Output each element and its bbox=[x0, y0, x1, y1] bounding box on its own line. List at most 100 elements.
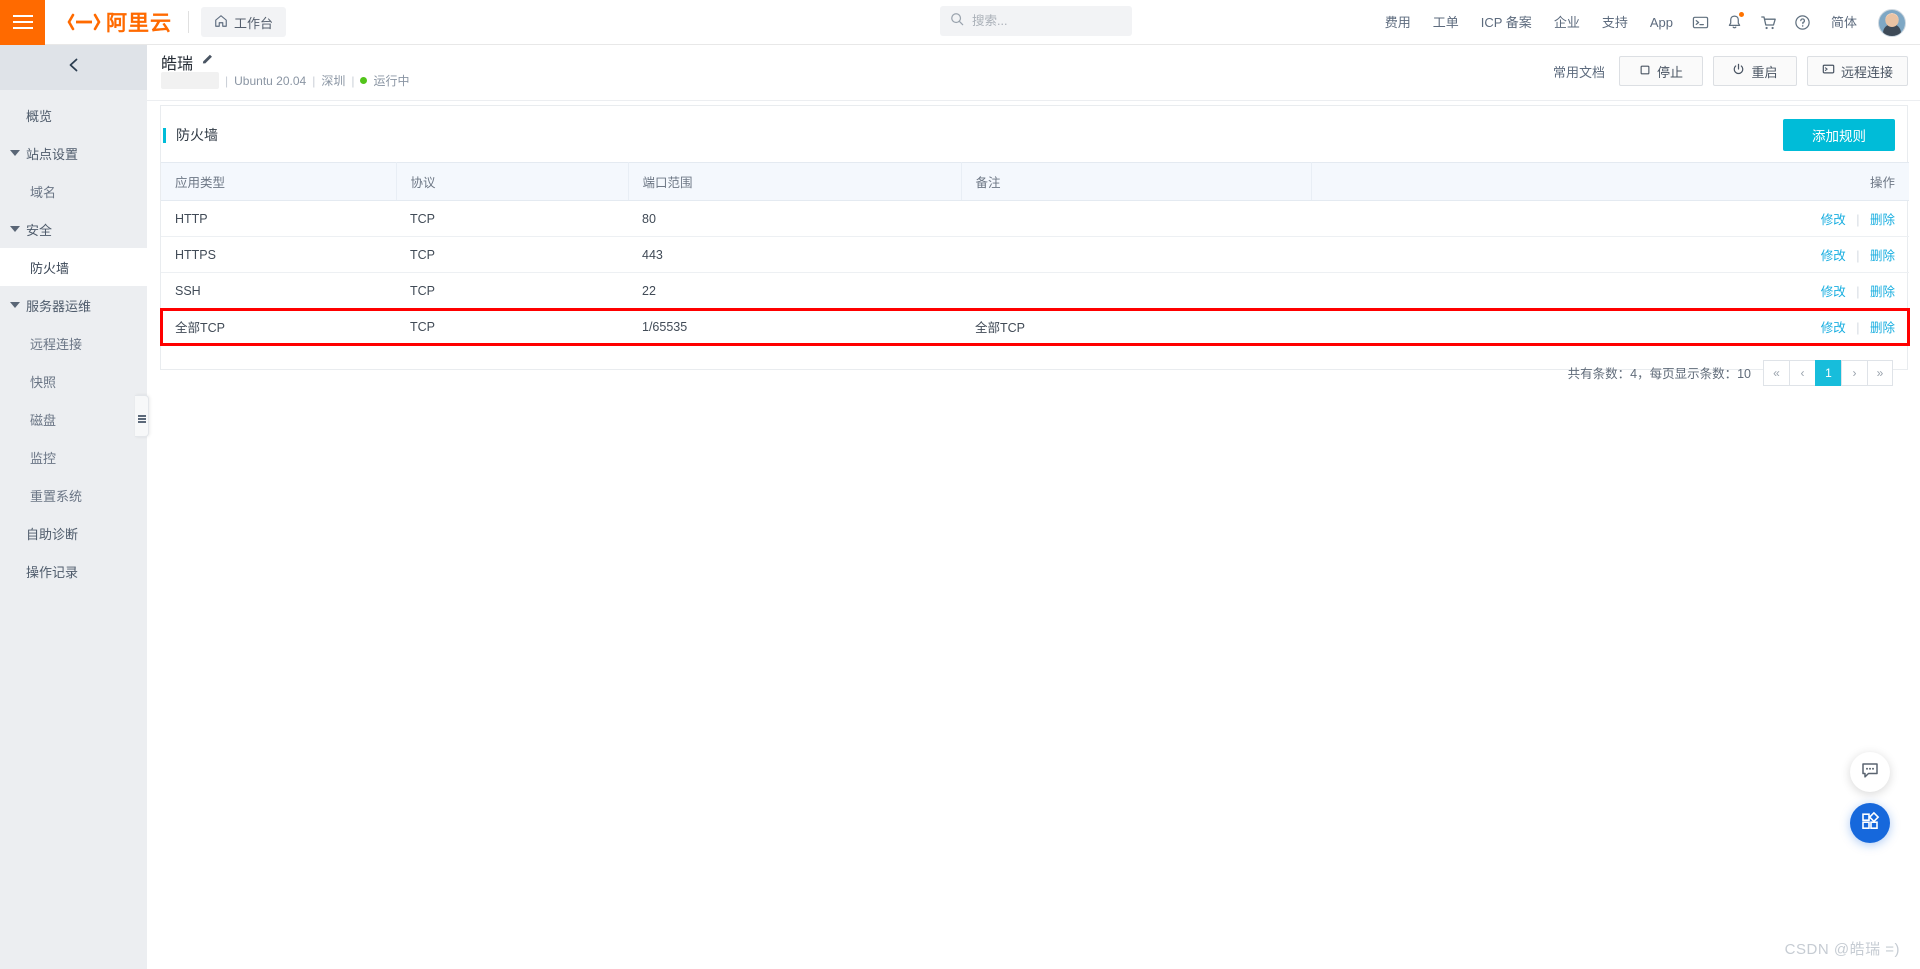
caret-down-icon bbox=[10, 226, 20, 232]
sidebar-item-label: 防火墙 bbox=[30, 260, 70, 276]
sidebar-item-label: 自助诊断 bbox=[26, 526, 79, 542]
search-input[interactable] bbox=[972, 14, 1122, 28]
delete-rule-link[interactable]: 删除 bbox=[1870, 321, 1895, 335]
common-docs-link[interactable]: 常用文档 bbox=[1553, 62, 1605, 81]
table-row: HTTPS TCP 443 修改 | 删除 bbox=[161, 236, 1909, 273]
cell-app-type: HTTP bbox=[161, 200, 396, 237]
sidebar-item-domain[interactable]: 域名 bbox=[0, 172, 147, 210]
remote-connect-button-label: 远程连接 bbox=[1840, 64, 1893, 80]
instance-header: 皓瑞 | Ubuntu 20.04 | 深圳 | 运行中 常用文档 停止 重启 … bbox=[147, 45, 1920, 101]
sidebar-item-snapshot[interactable]: 快照 bbox=[0, 362, 147, 400]
cell-protocol: TCP bbox=[396, 308, 628, 345]
column-header-port-range: 端口范围 bbox=[628, 162, 962, 201]
sidebar-item-disk[interactable]: 磁盘 bbox=[0, 400, 147, 438]
sidebar-item-operation-log[interactable]: 操作记录 bbox=[0, 552, 147, 590]
sidebar-group-site-settings[interactable]: 站点设置 bbox=[0, 134, 147, 172]
edit-rule-link[interactable]: 修改 bbox=[1821, 213, 1846, 227]
instance-actions: 常用文档 停止 重启 远程连接 bbox=[1553, 56, 1908, 86]
pagination-last-button[interactable]: » bbox=[1867, 359, 1893, 386]
table-row: HTTP TCP 80 修改 | 删除 bbox=[161, 200, 1909, 237]
edit-rule-link[interactable]: 修改 bbox=[1821, 321, 1846, 335]
delete-rule-link[interactable]: 删除 bbox=[1870, 213, 1895, 227]
pagination-buttons: « ‹ 1 › » bbox=[1763, 359, 1893, 386]
firewall-panel: 防火墙 添加规则 应用类型 协议 端口范围 备注 操作 HTTP TCP 80 … bbox=[160, 105, 1910, 386]
sidebar-item-remote-connect[interactable]: 远程连接 bbox=[0, 324, 147, 362]
sidebar-item-overview[interactable]: 概览 bbox=[0, 96, 147, 134]
notification-badge bbox=[1738, 12, 1744, 17]
nav-link-app[interactable]: App bbox=[1639, 0, 1684, 45]
user-avatar[interactable] bbox=[1878, 8, 1906, 37]
nav-link-fees[interactable]: 费用 bbox=[1374, 0, 1422, 45]
language-selector[interactable]: 简体 bbox=[1820, 0, 1868, 45]
sidebar-item-label: 服务器运维 bbox=[26, 298, 92, 314]
hamburger-menu-icon[interactable] bbox=[0, 0, 45, 45]
pagination-page-1[interactable]: 1 bbox=[1815, 359, 1841, 386]
action-separator: | bbox=[1856, 249, 1860, 263]
pagination-first-button[interactable]: « bbox=[1763, 359, 1789, 386]
cell-note bbox=[961, 236, 1311, 273]
power-icon bbox=[1732, 63, 1745, 79]
chevron-left-icon bbox=[66, 57, 82, 78]
delete-rule-link[interactable]: 删除 bbox=[1870, 249, 1895, 263]
chat-support-button[interactable] bbox=[1850, 752, 1890, 792]
stop-icon bbox=[1639, 64, 1651, 79]
table-row: SSH TCP 22 修改 | 删除 bbox=[161, 272, 1909, 309]
sidebar-item-monitor[interactable]: 监控 bbox=[0, 438, 147, 476]
home-icon bbox=[214, 14, 228, 31]
bell-icon[interactable] bbox=[1718, 0, 1752, 45]
edit-rule-link[interactable]: 修改 bbox=[1821, 285, 1846, 299]
nav-link-support[interactable]: 支持 bbox=[1591, 0, 1639, 45]
cell-app-type: SSH bbox=[161, 272, 396, 309]
cell-actions: 修改 | 删除 bbox=[1311, 236, 1909, 273]
sidebar-item-label: 磁盘 bbox=[30, 412, 57, 428]
cell-note: 全部TCP bbox=[961, 308, 1311, 345]
cart-icon[interactable] bbox=[1752, 0, 1786, 45]
sidebar-toggle-handle[interactable] bbox=[135, 395, 149, 437]
nav-link-icp[interactable]: ICP 备案 bbox=[1470, 0, 1543, 45]
aliyun-mark-icon bbox=[67, 12, 101, 32]
brand-name: 阿里云 bbox=[106, 11, 172, 35]
cell-app-type: HTTPS bbox=[161, 236, 396, 273]
watermark-text: CSDN @皓瑞 =) bbox=[1784, 941, 1900, 958]
cell-actions: 修改 | 删除 bbox=[1311, 308, 1909, 345]
remote-connect-button[interactable]: 远程连接 bbox=[1806, 56, 1908, 86]
delete-rule-link[interactable]: 删除 bbox=[1870, 285, 1895, 299]
sidebar-item-reset-system[interactable]: 重置系统 bbox=[0, 476, 147, 514]
cell-note bbox=[961, 272, 1311, 309]
sidebar-group-security[interactable]: 安全 bbox=[0, 210, 147, 248]
sidebar-item-firewall[interactable]: 防火墙 bbox=[0, 248, 147, 286]
add-rule-button[interactable]: 添加规则 bbox=[1783, 119, 1895, 151]
restart-button[interactable]: 重启 bbox=[1712, 56, 1797, 86]
search-icon bbox=[950, 12, 964, 31]
page-title: 防火墙 bbox=[176, 127, 218, 143]
caret-down-icon bbox=[10, 302, 20, 308]
apps-launcher-button[interactable] bbox=[1850, 803, 1890, 843]
nav-link-enterprise[interactable]: 企业 bbox=[1543, 0, 1591, 45]
panel-title-wrap: 防火墙 bbox=[161, 125, 218, 145]
sidebar-item-label: 概览 bbox=[26, 108, 53, 124]
stop-button[interactable]: 停止 bbox=[1618, 56, 1703, 86]
sidebar-collapse-button[interactable] bbox=[0, 45, 147, 90]
brand-logo[interactable]: 阿里云 bbox=[67, 7, 172, 37]
meta-separator: | bbox=[312, 73, 316, 88]
redacted-instance-id bbox=[161, 72, 219, 89]
action-separator: | bbox=[1856, 213, 1860, 227]
pagination-prev-button[interactable]: ‹ bbox=[1789, 359, 1815, 386]
edit-rule-link[interactable]: 修改 bbox=[1821, 249, 1846, 263]
cell-actions: 修改 | 删除 bbox=[1311, 272, 1909, 309]
panel-header: 防火墙 添加规则 bbox=[161, 106, 1907, 164]
workbench-button[interactable]: 工作台 bbox=[201, 7, 287, 37]
sidebar-item-label: 快照 bbox=[30, 374, 57, 390]
sidebar-group-server-ops[interactable]: 服务器运维 bbox=[0, 286, 147, 324]
pagination-next-button[interactable]: › bbox=[1841, 359, 1867, 386]
sidebar-item-self-diagnosis[interactable]: 自助诊断 bbox=[0, 514, 147, 552]
sidebar-item-label: 域名 bbox=[30, 184, 57, 200]
global-search[interactable] bbox=[940, 6, 1132, 36]
pencil-icon[interactable] bbox=[201, 53, 214, 71]
nav-link-tickets[interactable]: 工单 bbox=[1422, 0, 1470, 45]
sidebar-menu: 概览 站点设置 域名 安全 防火墙 服务器运维 远程连接 快照 磁盘 监控 重置… bbox=[0, 90, 147, 590]
terminal-icon[interactable] bbox=[1684, 0, 1718, 45]
top-header-bar: 阿里云 工作台 费用 工单 ICP 备案 企业 支持 App bbox=[0, 0, 1920, 45]
column-header-note: 备注 bbox=[961, 162, 1312, 201]
help-icon[interactable] bbox=[1786, 0, 1820, 45]
